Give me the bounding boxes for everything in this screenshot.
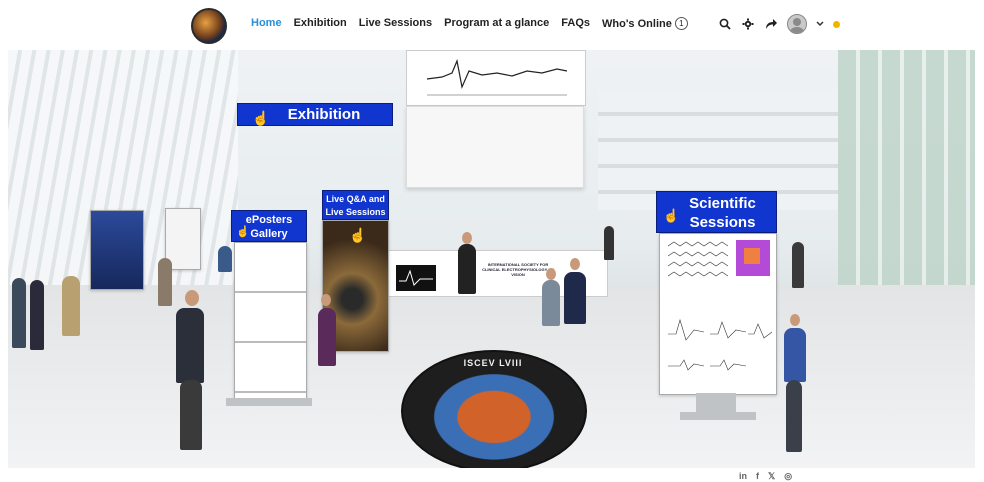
eposters-stand[interactable] — [234, 242, 307, 400]
toolbar — [718, 14, 840, 34]
blue-poster-stand — [90, 210, 144, 290]
nav-whos-online-label: Who's Online — [602, 18, 672, 30]
visitor-figure — [792, 242, 804, 288]
visitor-figure — [318, 308, 336, 366]
live-label-line1: Live Q&A and — [326, 194, 385, 204]
visitor-head — [462, 232, 472, 244]
facebook-icon[interactable]: f — [756, 471, 759, 482]
visitor-figure — [30, 280, 44, 350]
nav-home[interactable]: Home — [251, 17, 282, 30]
nav-whos-online[interactable]: Who's Online 1 — [602, 17, 688, 30]
pointer-hand-icon: ☝ — [663, 208, 680, 223]
pointer-hand-icon: ☝ — [349, 227, 367, 243]
pointer-hand-icon: ☝ — [236, 226, 250, 238]
visitor-head — [570, 258, 580, 270]
event-logo[interactable] — [191, 8, 227, 44]
scientific-label-line2: Sessions — [689, 214, 756, 231]
chevron-down-icon[interactable] — [816, 17, 824, 31]
live-label-line2: Live Sessions — [325, 207, 386, 217]
visitor-figure — [218, 246, 232, 272]
visitor-figure — [458, 244, 476, 294]
visitor-figure — [62, 276, 80, 336]
gear-icon[interactable] — [741, 17, 755, 31]
main-nav: Home Exhibition Live Sessions Program at… — [251, 17, 700, 30]
nav-program[interactable]: Program at a glance — [444, 17, 549, 30]
linkedin-icon[interactable]: in — [739, 471, 747, 482]
visitor-figure — [604, 226, 614, 260]
visitor-figure — [176, 308, 204, 383]
nav-live-sessions[interactable]: Live Sessions — [359, 17, 432, 30]
booth-monitor — [396, 265, 436, 291]
nav-exhibition[interactable]: Exhibition — [294, 17, 347, 30]
visitor-head — [790, 314, 800, 326]
nav-faqs[interactable]: FAQs — [561, 17, 590, 30]
eposters-hotspot[interactable]: ☝ ePosters Gallery — [231, 210, 307, 242]
emblem-text: ISCEV LVIII — [463, 358, 523, 368]
waveform-screen — [406, 50, 586, 106]
scientific-sessions-poster[interactable] — [659, 233, 777, 395]
scientific-sessions-hotspot[interactable]: ☝ Scientific Sessions — [656, 191, 777, 233]
top-nav-bar: Home Exhibition Live Sessions Program at… — [0, 0, 984, 50]
social-links: in f 𝕏 ◎ — [739, 471, 792, 482]
eposters-stand-base — [226, 398, 312, 406]
user-avatar[interactable] — [787, 14, 807, 34]
visitor-figure — [542, 280, 560, 326]
exhibition-hotspot[interactable]: ☝ Exhibition — [237, 103, 393, 126]
virtual-lobby-scene: INTERNATIONAL SOCIETY FOR CLINICAL ELECT… — [8, 50, 975, 468]
visitor-head — [185, 290, 199, 306]
visitor-figure — [784, 328, 806, 382]
visitor-figure — [180, 380, 202, 450]
live-sessions-hotspot[interactable]: Live Q&A and Live Sessions — [322, 190, 389, 220]
exhibition-label: Exhibition — [287, 106, 361, 123]
main-presentation-screen[interactable] — [406, 106, 584, 188]
instagram-icon[interactable]: ◎ — [784, 471, 792, 482]
twitter-icon[interactable]: 𝕏 — [768, 471, 775, 482]
share-icon[interactable] — [764, 17, 778, 31]
visitor-head — [546, 268, 556, 280]
visitor-head — [321, 294, 331, 306]
lobby-right-glass — [838, 50, 975, 320]
notification-dot[interactable] — [833, 20, 840, 28]
search-icon[interactable] — [718, 17, 732, 31]
scientific-label-line1: Scientific — [689, 195, 756, 212]
visitor-figure — [158, 258, 172, 306]
visitor-figure — [12, 278, 26, 348]
visitor-figure — [564, 272, 586, 324]
pointer-hand-icon: ☝ — [252, 110, 270, 126]
visitor-figure — [786, 380, 802, 452]
scientific-poster-stand — [696, 393, 736, 413]
online-count-badge: 1 — [674, 17, 688, 30]
scientific-poster-base — [680, 412, 756, 420]
